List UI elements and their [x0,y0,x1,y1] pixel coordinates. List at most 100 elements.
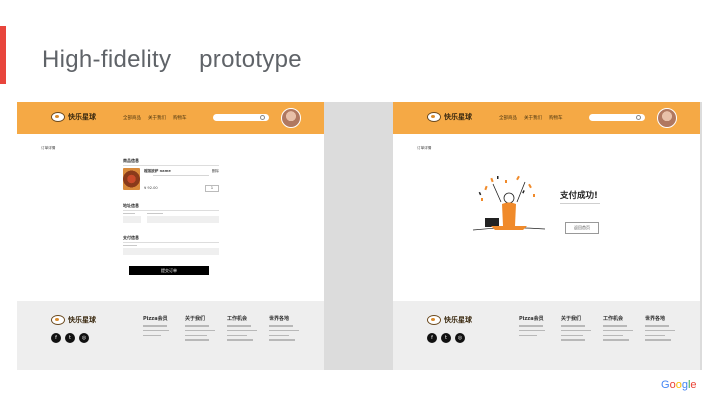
address-name-field[interactable] [123,216,141,223]
footer-link[interactable] [227,334,247,337]
nav-link-cart[interactable]: 购物车 [173,115,187,121]
footer-column: 工作机会 [227,315,257,344]
footer-link[interactable] [603,334,623,337]
footer-logo[interactable]: 快乐星球 [51,315,96,325]
footer-logo[interactable]: 快乐星球 [427,315,472,325]
submit-order-button[interactable]: 提交订单 [129,266,209,275]
twitter-icon[interactable]: t [441,333,451,343]
social-links: f t ◎ [51,333,89,343]
footer: 快乐星球 f t ◎ Pizza会员 关于我们 工作机会 世界各地 [393,301,700,370]
divider [123,165,219,166]
logo[interactable]: 快乐星球 [51,112,96,122]
payment-card-field[interactable] [123,248,219,255]
divider [123,210,219,211]
footer-link[interactable] [645,334,665,337]
footer-link[interactable] [269,339,295,341]
footer-link[interactable] [185,325,209,327]
accent-bar [0,26,6,84]
divider [123,242,219,243]
footer-columns: Pizza会员 关于我们 工作机会 世界各地 [143,315,299,344]
footer-logo-text: 快乐星球 [68,316,96,324]
product-card: 榴莲披萨 name 删除 ¥ 92.00 1 [123,168,219,194]
section-payment-title: 支付信息 [123,235,139,240]
footer-link[interactable] [645,325,669,327]
search-icon[interactable] [636,115,641,120]
footer-link[interactable] [519,325,543,327]
logo-text: 快乐星球 [68,113,96,121]
google-logo: Google [661,379,697,391]
footer-link[interactable] [561,334,583,337]
field-label [123,213,135,215]
pizza-logo-icon [427,112,441,122]
footer-column-title: 世界各地 [645,316,666,322]
prototype-stage: 快乐星球 全部商品 关于我们 购物车 订单详情 商品信息 榴莲披萨 name 删… [17,102,702,370]
instagram-icon[interactable]: ◎ [79,333,89,343]
product-delete-link[interactable]: 删除 [212,169,219,174]
footer-link[interactable] [561,325,585,327]
address-detail-field[interactable] [147,216,219,223]
footer-column-title: 世界各地 [269,316,290,322]
footer-link[interactable] [603,329,633,332]
footer-link[interactable] [185,329,215,332]
footer-link[interactable] [143,334,161,337]
facebook-icon[interactable]: f [427,333,437,343]
footer-link[interactable] [143,325,167,327]
search-icon[interactable] [260,115,265,120]
footer-link[interactable] [603,339,629,341]
footer-column: 关于我们 [561,315,591,344]
facebook-icon[interactable]: f [51,333,61,343]
footer-link[interactable] [227,339,253,341]
avatar[interactable] [281,108,301,128]
twitter-icon[interactable]: t [65,333,75,343]
footer-column-title: Pizza会员 [143,316,168,322]
footer-column-title: 关于我们 [561,316,582,322]
footer-link[interactable] [269,325,293,327]
nav-link-about[interactable]: 关于我们 [148,115,166,121]
nav-link-about[interactable]: 关于我们 [524,115,542,121]
nav-link-cart[interactable]: 购物车 [549,115,563,121]
section-products-title: 商品信息 [123,158,139,163]
section-address-title: 地址信息 [123,203,139,208]
nav-link-all-products[interactable]: 全部商品 [123,115,141,121]
nav-links: 全部商品 关于我们 购物车 [499,115,563,121]
footer-link[interactable] [519,334,537,337]
footer-logo-text: 快乐星球 [444,316,472,324]
product-description [153,175,209,176]
footer-link[interactable] [143,329,169,332]
footer-column-title: 工作机会 [227,316,248,322]
pizza-logo-icon [427,315,441,325]
search-input[interactable] [213,114,269,121]
footer-link[interactable] [603,325,627,327]
footer-link[interactable] [185,334,207,337]
footer-column-title: Pizza会员 [519,316,544,322]
instagram-icon[interactable]: ◎ [455,333,465,343]
product-image [123,168,140,190]
checkout-screen: 快乐星球 全部商品 关于我们 购物车 订单详情 商品信息 榴莲披萨 name 删… [17,102,324,370]
success-subtitle [560,203,600,204]
footer-link[interactable] [519,329,545,332]
logo[interactable]: 快乐星球 [427,112,472,122]
footer-link[interactable] [227,329,257,332]
footer-link[interactable] [269,329,299,332]
payment-success-screen: 快乐星球 全部商品 关于我们 购物车 订单详情 支付成功! 返回首页 快乐星球 … [393,102,700,370]
nav-link-all-products[interactable]: 全部商品 [499,115,517,121]
footer-column: Pizza会员 [143,315,173,344]
search-input[interactable] [589,114,645,121]
footer-link[interactable] [185,339,209,341]
footer-link[interactable] [227,325,251,327]
footer-link[interactable] [269,334,289,337]
field-label [123,245,137,247]
footer-link[interactable] [645,339,671,341]
back-home-button[interactable]: 返回首页 [565,222,599,234]
navbar: 快乐星球 全部商品 关于我们 购物车 [17,102,324,134]
quantity-stepper[interactable]: 1 [205,185,219,192]
product-name: 榴莲披萨 name [144,169,171,173]
footer-column: Pizza会员 [519,315,549,344]
product-price: ¥ 92.00 [144,186,158,190]
nav-links: 全部商品 关于我们 购物车 [123,115,187,121]
footer-link[interactable] [645,329,675,332]
footer-link[interactable] [561,339,585,341]
footer: 快乐星球 f t ◎ Pizza会员 关于我们 工作机会 世界各地 [17,301,324,370]
footer-link[interactable] [561,329,591,332]
avatar[interactable] [657,108,677,128]
